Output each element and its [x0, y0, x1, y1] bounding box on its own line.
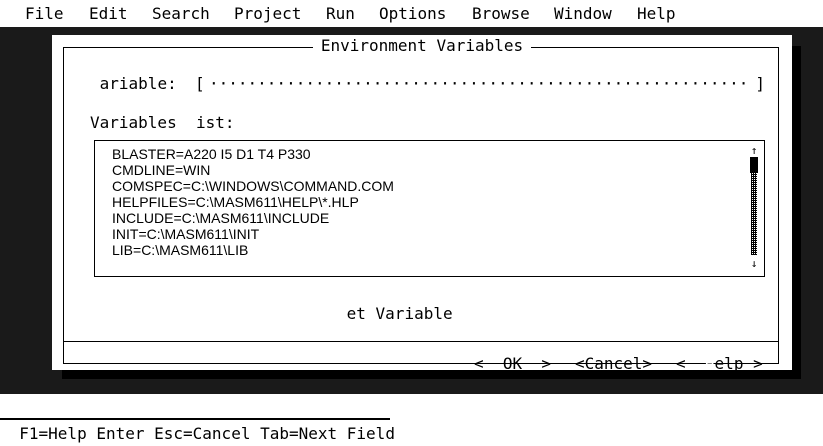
menu-edit[interactable]: Edit [89, 0, 128, 27]
menu-help[interactable]: Help [637, 0, 676, 27]
help-button-label: elp > [714, 354, 763, 373]
variable-input-right-bracket: ] [755, 74, 765, 93]
ok-button[interactable]: < OK > [474, 354, 551, 374]
menu-browse[interactable]: Browse [472, 0, 530, 27]
scroll-up-arrow-icon[interactable]: ↑ [747, 145, 761, 157]
environment-variables-dialog: Environment Variables Variable: [ ······… [52, 35, 792, 373]
variable-input-fill: ········································… [209, 74, 751, 93]
variable-label-text: ariable: [99, 74, 177, 93]
variables-list-label-text: ist: [195, 113, 235, 132]
variable-label-hotkey: V [90, 74, 100, 93]
variables-list-label-hotkey: L [186, 113, 196, 132]
dialog-title-container: Environment Variables [52, 36, 792, 56]
scrollbar-thumb[interactable] [750, 157, 758, 173]
variable-input[interactable]: [ ······································… [195, 74, 765, 94]
status-underline [0, 418, 390, 420]
dialog-title: Environment Variables [312, 36, 532, 55]
dialog-shadow-right [792, 46, 801, 379]
set-variable-button[interactable]: Set Variable [337, 304, 453, 324]
variable-label: Variable: [90, 74, 177, 94]
scrollbar-track[interactable] [751, 173, 757, 255]
scroll-down-arrow-icon[interactable]: ↓ [747, 258, 761, 270]
list-item[interactable]: HELPFILES=C:\MASM611\HELP\*.HLP [112, 194, 359, 210]
set-variable-label: et Variable [346, 304, 453, 323]
list-item[interactable]: INIT=C:\MASM611\INIT [112, 226, 259, 242]
help-button[interactable]: < Help > [676, 354, 763, 374]
list-item[interactable]: CMDLINE=WIN [112, 162, 210, 178]
variables-listbox[interactable]: BLASTER=A220 I5 D1 T4 P330 CMDLINE=WIN C… [94, 140, 765, 277]
variables-list-label-prefix: Variables [90, 113, 187, 132]
menu-bar: File Edit Search Project Run Options Bro… [0, 0, 823, 27]
desktop-background: Environment Variables Variable: [ ······… [0, 27, 823, 394]
menu-file[interactable]: File [25, 0, 64, 27]
variables-list-label: Variables List: [90, 113, 235, 133]
dialog-button-divider [63, 341, 779, 342]
list-item[interactable]: INCLUDE=C:\MASM611\INCLUDE [112, 210, 329, 226]
list-item[interactable]: BLASTER=A220 I5 D1 T4 P330 [112, 146, 311, 162]
list-item[interactable]: LIB=C:\MASM611\LIB [112, 242, 248, 258]
list-item[interactable]: COMSPEC=C:\WINDOWS\COMMAND.COM [112, 178, 394, 194]
cancel-button[interactable]: <Cancel> [575, 354, 652, 374]
help-button-hotkey: H [704, 354, 715, 373]
menu-search[interactable]: Search [152, 0, 210, 27]
help-button-left: < [676, 354, 705, 373]
menu-options[interactable]: Options [379, 0, 446, 27]
list-scrollbar[interactable]: ↑ ↓ [747, 141, 761, 276]
menu-run[interactable]: Run [326, 0, 355, 27]
variable-input-left-bracket: [ [195, 74, 205, 93]
set-variable-hotkey: S [337, 304, 347, 323]
menu-project[interactable]: Project [234, 0, 301, 27]
menu-window[interactable]: Window [554, 0, 612, 27]
status-bar-text: F1=Help Enter Esc=Cancel Tab=Next Field [19, 424, 395, 443]
